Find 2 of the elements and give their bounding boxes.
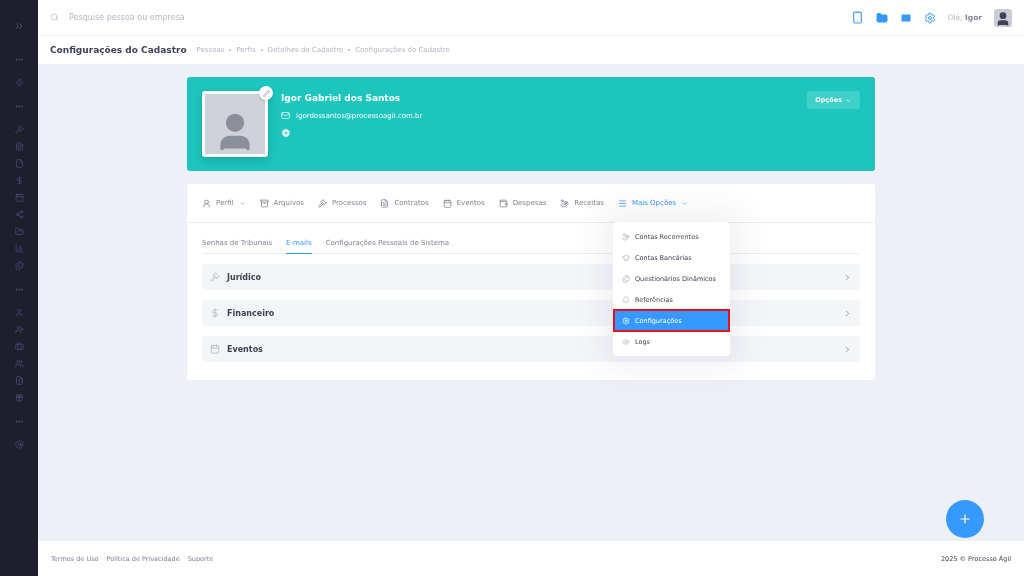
page-title: Configurações do Cadastro <box>50 45 187 55</box>
profile-name: Igor Gabriel dos Santos <box>281 93 402 103</box>
